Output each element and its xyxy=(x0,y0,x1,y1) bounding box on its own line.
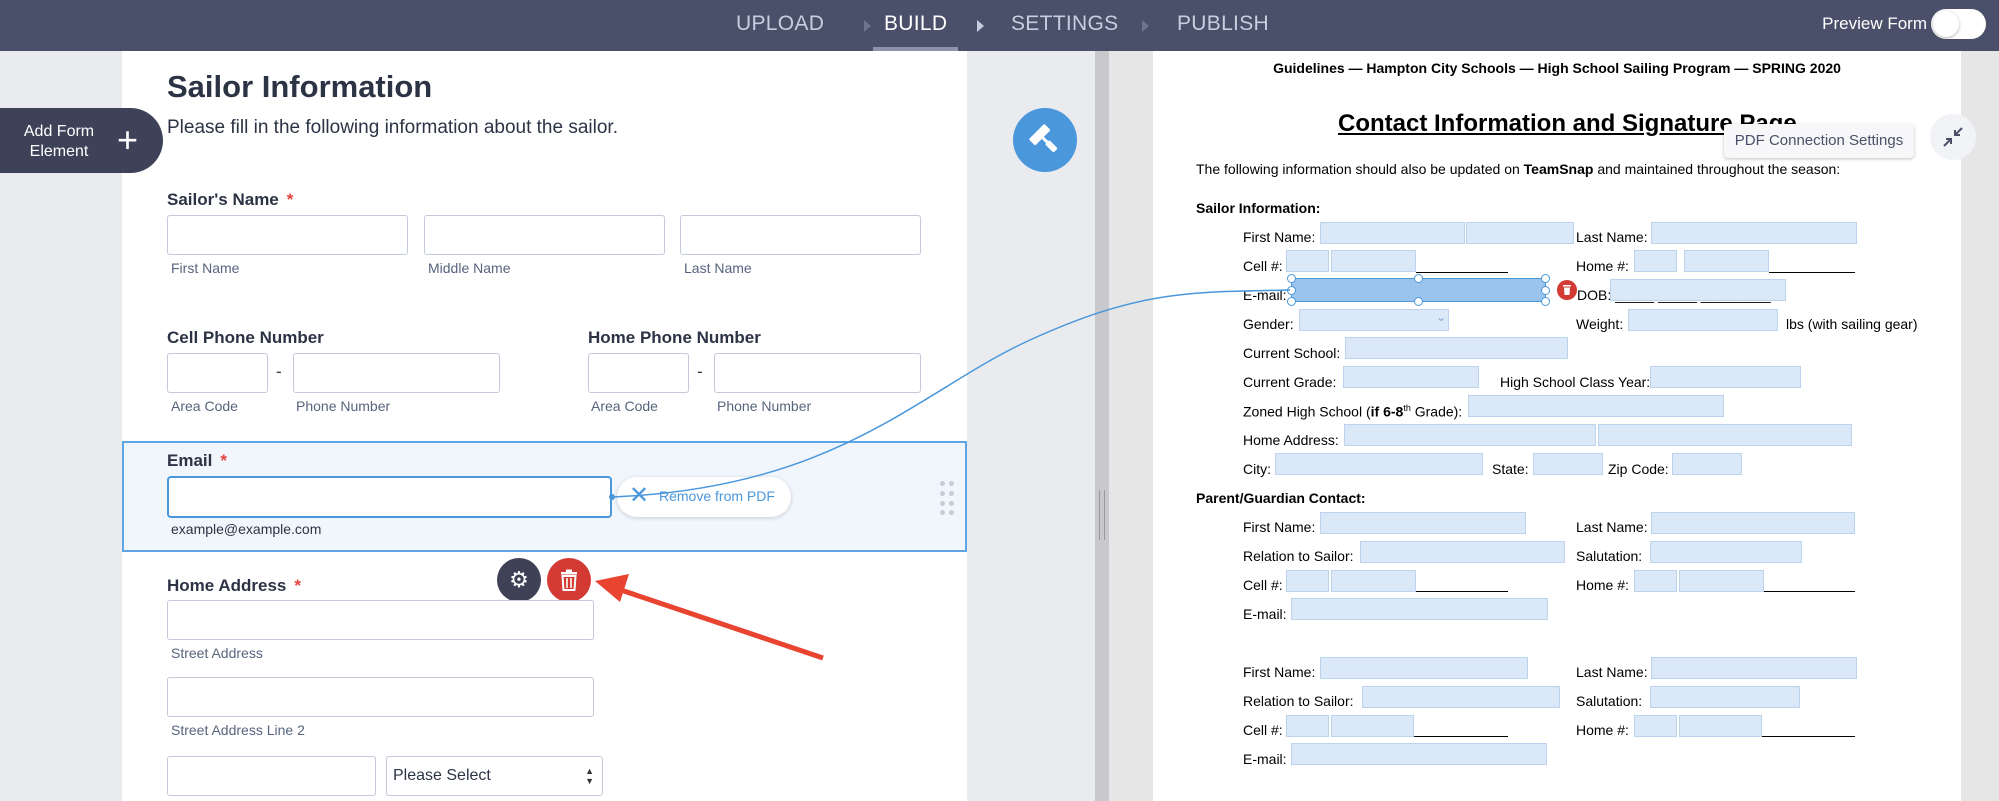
annotation-arrow-line xyxy=(614,585,824,661)
connection-overlay xyxy=(595,289,1291,661)
connection-dot xyxy=(609,494,615,500)
annotation-arrow-head xyxy=(595,574,629,602)
pdf-connection-line xyxy=(611,289,1291,498)
